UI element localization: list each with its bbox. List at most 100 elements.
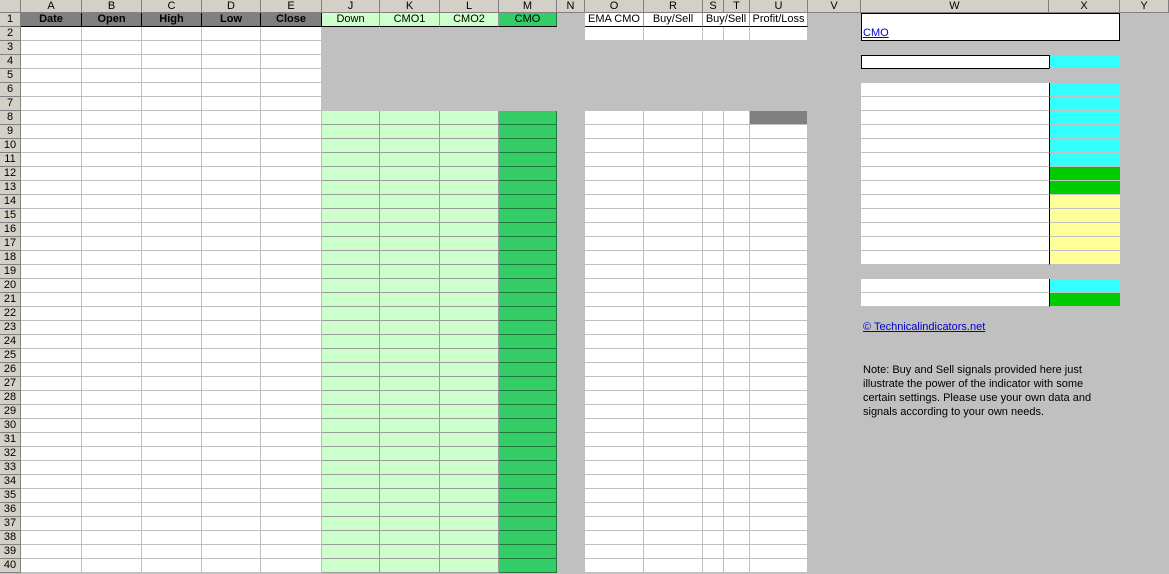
high-cell[interactable] xyxy=(142,167,202,181)
row-header-27[interactable]: 27 xyxy=(0,377,21,391)
cmo2-cell[interactable] xyxy=(440,363,499,377)
row-header-6[interactable]: 6 xyxy=(0,83,21,97)
buy-sell-cell[interactable] xyxy=(644,321,703,335)
sell-arrow-icon[interactable] xyxy=(724,503,750,517)
column-header-o[interactable]: O xyxy=(585,0,644,13)
profit-loss-cell[interactable] xyxy=(750,307,808,321)
column-header-j[interactable]: J xyxy=(322,0,380,13)
row-header-15[interactable]: 15 xyxy=(0,209,21,223)
row-header-34[interactable]: 34 xyxy=(0,475,21,489)
row-header-23[interactable]: 23 xyxy=(0,321,21,335)
sell-arrow-icon[interactable] xyxy=(724,195,750,209)
date-cell[interactable] xyxy=(21,559,82,573)
low-cell[interactable] xyxy=(202,209,261,223)
cmo1-cell[interactable] xyxy=(380,503,440,517)
close-cell[interactable] xyxy=(261,167,322,181)
high-cell[interactable] xyxy=(142,433,202,447)
open-cell[interactable] xyxy=(82,433,142,447)
open-cell[interactable] xyxy=(82,321,142,335)
column-header-c[interactable]: C xyxy=(142,0,202,13)
date-cell[interactable] xyxy=(21,405,82,419)
sell-arrow-icon[interactable] xyxy=(724,167,750,181)
setting-value[interactable] xyxy=(1049,153,1120,167)
header-down[interactable]: Down xyxy=(322,13,380,27)
empty-cell[interactable] xyxy=(261,27,322,41)
cmo2-cell[interactable] xyxy=(440,111,499,125)
ema-cmo-cell[interactable] xyxy=(585,363,644,377)
close-cell[interactable] xyxy=(261,153,322,167)
sell-arrow-icon[interactable] xyxy=(724,335,750,349)
down-cell[interactable] xyxy=(322,433,380,447)
buy-sell-cell[interactable] xyxy=(644,489,703,503)
down-cell[interactable] xyxy=(322,419,380,433)
open-cell[interactable] xyxy=(82,111,142,125)
open-cell[interactable] xyxy=(82,391,142,405)
open-cell[interactable] xyxy=(82,251,142,265)
row-header-17[interactable]: 17 xyxy=(0,237,21,251)
empty-cell[interactable] xyxy=(21,69,82,83)
open-cell[interactable] xyxy=(82,153,142,167)
down-cell[interactable] xyxy=(322,223,380,237)
empty-cell[interactable] xyxy=(21,41,82,55)
low-cell[interactable] xyxy=(202,167,261,181)
cmo2-cell[interactable] xyxy=(440,125,499,139)
open-cell[interactable] xyxy=(82,377,142,391)
date-cell[interactable] xyxy=(21,503,82,517)
sell-arrow-icon[interactable] xyxy=(724,377,750,391)
cmo-cell[interactable] xyxy=(499,209,557,223)
close-cell[interactable] xyxy=(261,279,322,293)
cmo2-cell[interactable] xyxy=(440,349,499,363)
close-cell[interactable] xyxy=(261,195,322,209)
down-cell[interactable] xyxy=(322,195,380,209)
sell-arrow-icon[interactable] xyxy=(724,237,750,251)
cmo2-cell[interactable] xyxy=(440,223,499,237)
close-cell[interactable] xyxy=(261,545,322,559)
empty-cell[interactable] xyxy=(142,69,202,83)
buy-sell-cell[interactable] xyxy=(644,335,703,349)
close-cell[interactable] xyxy=(261,419,322,433)
header-ema-cmo[interactable]: EMA CMO xyxy=(585,13,644,27)
cmo1-cell[interactable] xyxy=(380,461,440,475)
low-cell[interactable] xyxy=(202,293,261,307)
days-input[interactable] xyxy=(1049,55,1120,69)
date-cell[interactable] xyxy=(21,391,82,405)
empty-cell[interactable] xyxy=(703,545,724,559)
header-open[interactable]: Open xyxy=(82,13,142,27)
high-cell[interactable] xyxy=(142,545,202,559)
empty-cell[interactable] xyxy=(703,461,724,475)
down-cell[interactable] xyxy=(322,167,380,181)
profit-loss-cell[interactable] xyxy=(750,391,808,405)
buy-sell-cell[interactable] xyxy=(644,363,703,377)
buy-sell-cell[interactable] xyxy=(644,517,703,531)
date-cell[interactable] xyxy=(21,531,82,545)
column-header-t[interactable]: T xyxy=(724,0,750,13)
setting-value[interactable] xyxy=(1049,97,1120,111)
cmo1-cell[interactable] xyxy=(380,419,440,433)
empty-cell[interactable] xyxy=(82,55,142,69)
open-cell[interactable] xyxy=(82,363,142,377)
cmo2-cell[interactable] xyxy=(440,559,499,573)
cmo1-cell[interactable] xyxy=(380,237,440,251)
empty-cell[interactable] xyxy=(21,83,82,97)
empty-cell[interactable] xyxy=(142,97,202,111)
empty-cell[interactable] xyxy=(261,55,322,69)
low-cell[interactable] xyxy=(202,153,261,167)
empty-cell[interactable] xyxy=(82,83,142,97)
down-cell[interactable] xyxy=(322,293,380,307)
date-cell[interactable] xyxy=(21,461,82,475)
close-cell[interactable] xyxy=(261,433,322,447)
high-cell[interactable] xyxy=(142,447,202,461)
empty-cell[interactable] xyxy=(703,391,724,405)
sell-arrow-icon[interactable] xyxy=(724,349,750,363)
date-cell[interactable] xyxy=(21,363,82,377)
down-cell[interactable] xyxy=(322,265,380,279)
column-header-r[interactable]: R xyxy=(644,0,703,13)
open-cell[interactable] xyxy=(82,545,142,559)
row-header-26[interactable]: 26 xyxy=(0,363,21,377)
empty-cell[interactable] xyxy=(703,195,724,209)
ema-cmo-cell[interactable] xyxy=(585,293,644,307)
date-cell[interactable] xyxy=(21,293,82,307)
setting-value[interactable] xyxy=(1049,125,1120,139)
ema-cmo-cell[interactable] xyxy=(585,335,644,349)
cmo-cell[interactable] xyxy=(499,489,557,503)
